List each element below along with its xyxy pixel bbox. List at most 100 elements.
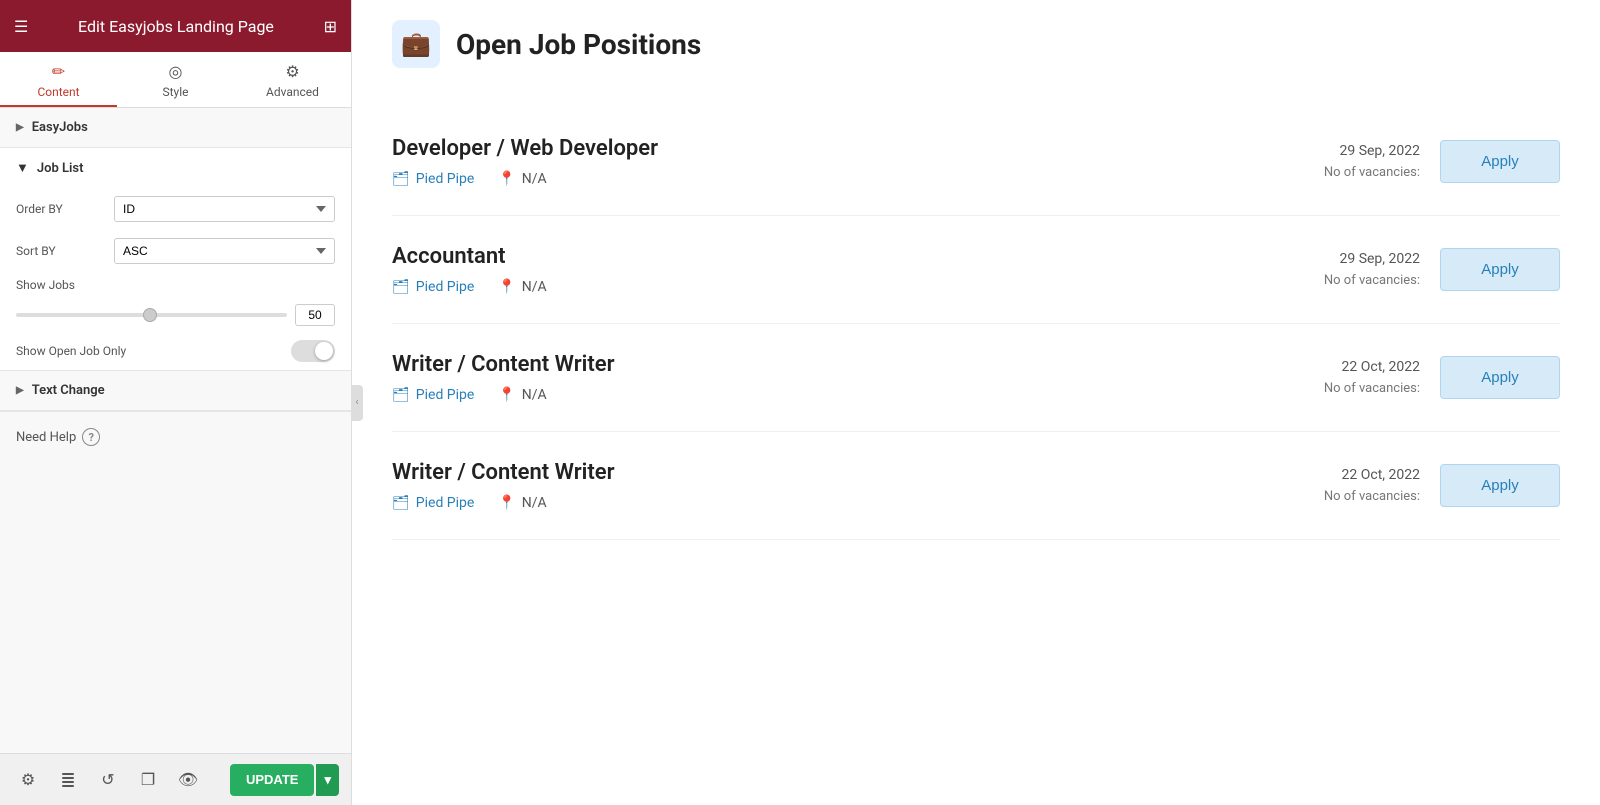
job-meta-2: 🗂 Pied Pipe 📍 N/A	[392, 279, 1240, 295]
company-name-4: Pied Pipe	[416, 495, 475, 511]
copy-toolbar-icon[interactable]: ❐	[132, 764, 164, 796]
job-title-4: Writer / Content Writer	[392, 460, 1240, 485]
job-title-1: Developer / Web Developer	[392, 136, 1240, 161]
layers-toolbar-icon[interactable]	[52, 764, 84, 796]
text-change-section: ▶ Text Change	[0, 371, 351, 412]
table-row: Writer / Content Writer 🗂 Pied Pipe 📍 N/…	[392, 432, 1560, 540]
apply-button-1[interactable]: Apply	[1440, 140, 1560, 183]
show-jobs-label: Show Jobs	[16, 278, 106, 292]
location-name-3: N/A	[522, 387, 547, 403]
briefcase-icon-4: 🗂	[392, 495, 410, 511]
show-open-only-toggle[interactable]: NO	[291, 340, 335, 362]
easyjobs-arrow-icon: ▶	[16, 122, 24, 133]
job-location-3: 📍 N/A	[498, 387, 546, 403]
location-name-4: N/A	[522, 495, 547, 511]
page-title: Open Job Positions	[456, 28, 701, 61]
job-meta-3: 🗂 Pied Pipe 📍 N/A	[392, 387, 1240, 403]
style-tab-label: Style	[162, 85, 188, 99]
easyjobs-section-label: EasyJobs	[32, 120, 88, 135]
update-arrow-button[interactable]: ▾	[316, 764, 339, 796]
job-info-1: Developer / Web Developer 🗂 Pied Pipe 📍 …	[392, 136, 1240, 187]
update-button[interactable]: UPDATE	[230, 764, 314, 796]
job-info-2: Accountant 🗂 Pied Pipe 📍 N/A	[392, 244, 1240, 295]
pin-icon-2: 📍	[498, 279, 515, 295]
show-open-only-row: Show Open Job Only NO	[0, 332, 351, 370]
job-date-2: 29 Sep, 2022	[1260, 251, 1420, 267]
job-date-3: 22 Oct, 2022	[1260, 359, 1420, 375]
menu-icon[interactable]: ☰	[14, 17, 28, 36]
location-name-1: N/A	[522, 171, 547, 187]
job-vacancies-3: No of vacancies:	[1260, 381, 1420, 396]
update-wrapper: UPDATE ▾	[230, 764, 339, 796]
content-tab-icon: ✏	[52, 62, 65, 81]
tab-content[interactable]: ✏ Content	[0, 52, 117, 107]
need-help-label: Need Help	[16, 430, 76, 445]
job-list: Developer / Web Developer 🗂 Pied Pipe 📍 …	[392, 108, 1560, 540]
briefcase-icon-1: 🗂	[392, 171, 410, 187]
preview-toolbar-icon[interactable]: 👁	[172, 764, 204, 796]
toggle-off-label: NO	[320, 347, 331, 356]
show-jobs-slider-row	[0, 298, 351, 332]
show-jobs-slider[interactable]	[16, 313, 287, 317]
job-date-section-3: 22 Oct, 2022 No of vacancies:	[1260, 359, 1420, 396]
job-info-3: Writer / Content Writer 🗂 Pied Pipe 📍 N/…	[392, 352, 1240, 403]
style-tab-icon: ◎	[169, 62, 183, 81]
tab-advanced[interactable]: ⚙ Advanced	[234, 52, 351, 107]
job-company-1: 🗂 Pied Pipe	[392, 171, 474, 187]
job-info-4: Writer / Content Writer 🗂 Pied Pipe 📍 N/…	[392, 460, 1240, 511]
text-change-label: Text Change	[32, 383, 105, 398]
job-company-4: 🗂 Pied Pipe	[392, 495, 474, 511]
company-name-1: Pied Pipe	[416, 171, 475, 187]
apply-button-3[interactable]: Apply	[1440, 356, 1560, 399]
sort-by-row: Sort BY ASC DESC	[0, 230, 351, 272]
order-by-select[interactable]: ID Title Date Status	[114, 196, 335, 222]
apply-button-4[interactable]: Apply	[1440, 464, 1560, 507]
briefcase-icon-3: 🗂	[392, 387, 410, 403]
tab-style[interactable]: ◎ Style	[117, 52, 234, 107]
page-icon: 💼	[392, 20, 440, 68]
sort-by-label: Sort BY	[16, 244, 106, 258]
job-date-section-4: 22 Oct, 2022 No of vacancies:	[1260, 467, 1420, 504]
job-title-3: Writer / Content Writer	[392, 352, 1240, 377]
undo-toolbar-icon[interactable]: ↺	[92, 764, 124, 796]
job-list-section: ▼ Job List Order BY ID Title Date Status…	[0, 148, 351, 371]
content-tab-label: Content	[37, 85, 79, 99]
table-row: Writer / Content Writer 🗂 Pied Pipe 📍 N/…	[392, 324, 1560, 432]
table-row: Accountant 🗂 Pied Pipe 📍 N/A 29 Sep, 202…	[392, 216, 1560, 324]
job-list-arrow-icon: ▼	[16, 160, 29, 176]
collapse-handle[interactable]: ‹	[351, 385, 363, 421]
briefcase-icon-2: 🗂	[392, 279, 410, 295]
tabs: ✏ Content ◎ Style ⚙ Advanced	[0, 52, 351, 108]
settings-toolbar-icon[interactable]: ⚙	[12, 764, 44, 796]
company-name-3: Pied Pipe	[416, 387, 475, 403]
topbar: ☰ Edit Easyjobs Landing Page ⊞	[0, 0, 351, 52]
job-list-label: Job List	[37, 161, 84, 176]
sort-by-select[interactable]: ASC DESC	[114, 238, 335, 264]
grid-icon[interactable]: ⊞	[324, 17, 337, 36]
job-company-2: 🗂 Pied Pipe	[392, 279, 474, 295]
need-help[interactable]: Need Help ?	[0, 412, 351, 462]
table-row: Developer / Web Developer 🗂 Pied Pipe 📍 …	[392, 108, 1560, 216]
job-vacancies-1: No of vacancies:	[1260, 165, 1420, 180]
job-date-4: 22 Oct, 2022	[1260, 467, 1420, 483]
pin-icon-4: 📍	[498, 495, 515, 511]
job-vacancies-4: No of vacancies:	[1260, 489, 1420, 504]
job-meta-4: 🗂 Pied Pipe 📍 N/A	[392, 495, 1240, 511]
job-vacancies-2: No of vacancies:	[1260, 273, 1420, 288]
job-date-section-1: 29 Sep, 2022 No of vacancies:	[1260, 143, 1420, 180]
show-jobs-value[interactable]	[295, 304, 335, 326]
text-change-arrow-icon: ▶	[16, 385, 24, 396]
bottom-toolbar: ⚙ ↺ ❐ 👁 UPDATE ▾	[0, 753, 351, 805]
easyjobs-section-header[interactable]: ▶ EasyJobs	[0, 108, 351, 148]
sidebar: ☰ Edit Easyjobs Landing Page ⊞ ✏ Content…	[0, 0, 352, 805]
show-jobs-row: Show Jobs	[0, 272, 351, 298]
sidebar-content: ▶ EasyJobs ▼ Job List Order BY ID Title …	[0, 108, 351, 805]
job-location-2: 📍 N/A	[498, 279, 546, 295]
job-date-section-2: 29 Sep, 2022 No of vacancies:	[1260, 251, 1420, 288]
job-location-4: 📍 N/A	[498, 495, 546, 511]
job-list-header[interactable]: ▼ Job List	[0, 148, 351, 188]
help-icon: ?	[82, 428, 100, 446]
text-change-header[interactable]: ▶ Text Change	[0, 371, 351, 411]
apply-button-2[interactable]: Apply	[1440, 248, 1560, 291]
order-by-label: Order BY	[16, 202, 106, 216]
